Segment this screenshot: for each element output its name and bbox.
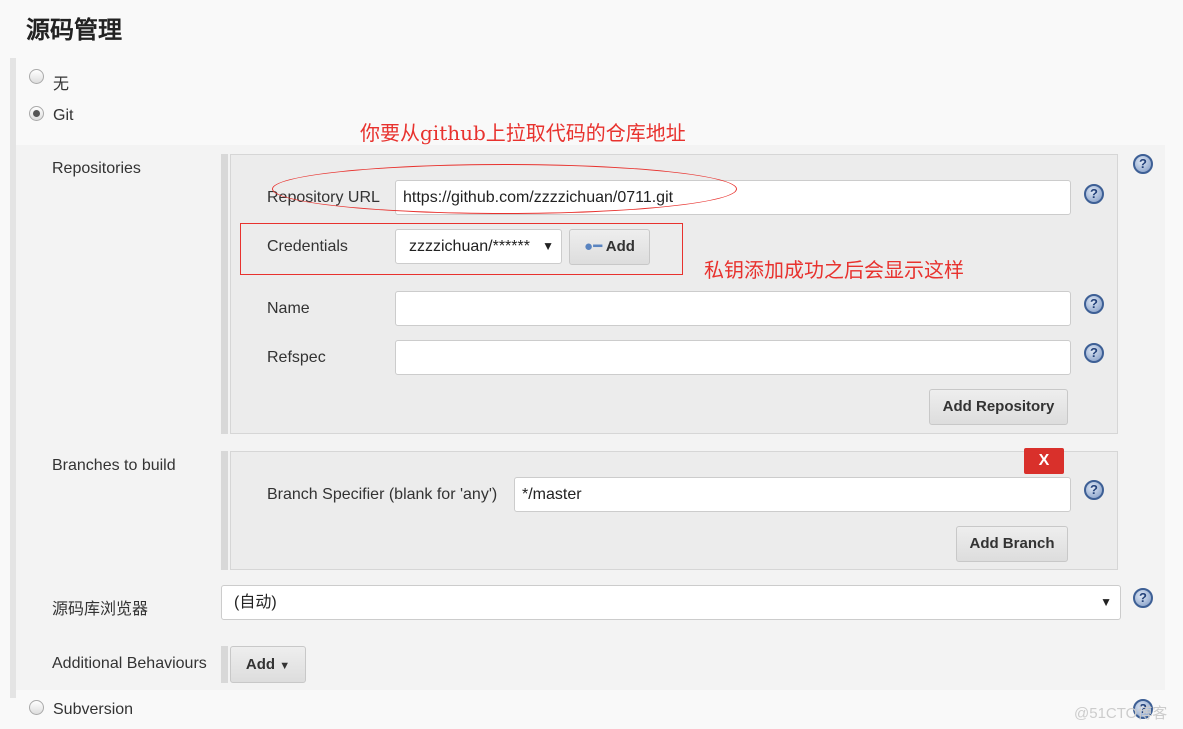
browser-label: 源码库浏览器 (52, 601, 149, 618)
help-icon[interactable]: ? (1084, 184, 1104, 204)
refspec-label: Refspec (267, 349, 326, 366)
branch-specifier-input[interactable]: */master (514, 477, 1071, 512)
help-icon[interactable]: ? (1133, 588, 1153, 608)
radio-git-label: Git (53, 107, 74, 124)
annotation-url-note: 你要从github上拉取代码的仓库地址 (360, 121, 686, 145)
branches-bar (221, 451, 228, 570)
annotation-cred-note: 私钥添加成功之后会显示这样 (704, 258, 964, 282)
refspec-input[interactable] (395, 340, 1071, 375)
repositories-label: Repositories (52, 160, 141, 177)
radio-none[interactable] (29, 69, 44, 84)
name-input[interactable] (395, 291, 1071, 326)
help-icon[interactable]: ? (1133, 154, 1153, 174)
radio-subversion-label: Subversion (53, 701, 134, 718)
behaviours-bar (221, 646, 228, 683)
behaviours-label: Additional Behaviours (52, 655, 207, 672)
branches-label: Branches to build (52, 457, 176, 474)
name-label: Name (267, 300, 310, 317)
repositories-bar (221, 154, 228, 434)
dropdown-arrow-icon: ▼ (1100, 595, 1112, 609)
help-icon[interactable]: ? (1084, 480, 1104, 500)
watermark: @51CTO博客 (1074, 705, 1168, 722)
add-behaviour-button[interactable]: Add ▼ (230, 646, 306, 683)
add-branch-button[interactable]: Add Branch (956, 526, 1068, 562)
browser-select[interactable]: (自动) ▼ (221, 585, 1121, 620)
page-title: 源码管理 (26, 17, 122, 44)
delete-branch-button[interactable]: X (1024, 448, 1064, 474)
annotation-ellipse (272, 164, 737, 214)
radio-git[interactable] (29, 106, 44, 121)
dropdown-arrow-icon: ▼ (279, 660, 291, 672)
add-repository-button[interactable]: Add Repository (929, 389, 1068, 425)
branch-specifier-label: Branch Specifier (blank for 'any') (267, 486, 498, 503)
annotation-rectangle (240, 223, 683, 275)
radio-none-label: 无 (53, 76, 70, 93)
help-icon[interactable]: ? (1084, 343, 1104, 363)
help-icon[interactable]: ? (1084, 294, 1104, 314)
radio-subversion[interactable] (29, 700, 44, 715)
